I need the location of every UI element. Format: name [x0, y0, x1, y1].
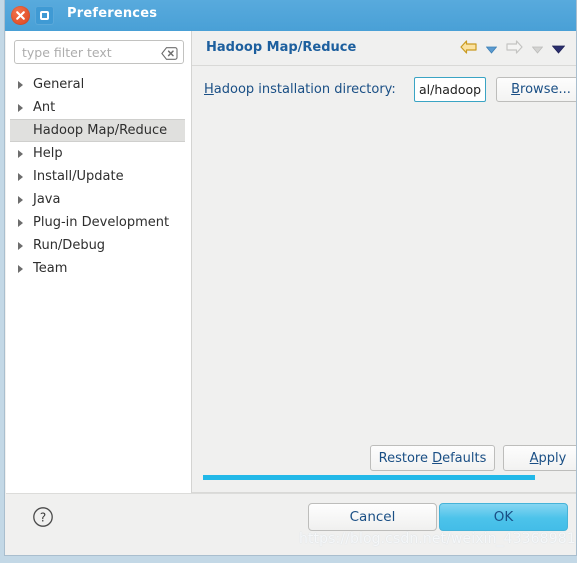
restore-before: Restore — [378, 450, 433, 466]
sidebar-item-team[interactable]: Team — [6, 257, 192, 280]
forward-arrow-icon — [506, 39, 523, 58]
restore-mnemonic: D — [432, 450, 443, 466]
label-mnemonic: H — [204, 82, 214, 97]
forward-dropdown-chevron-down-icon — [531, 39, 544, 58]
browse-rest: rowse... — [520, 82, 571, 97]
hadoop-directory-label: Hadoop installation directory: — [204, 82, 396, 97]
expand-arrow-icon[interactable] — [18, 196, 23, 204]
page-menu-chevron-down-icon[interactable] — [551, 39, 566, 58]
expand-arrow-icon[interactable] — [18, 265, 23, 273]
sidebar-item-help[interactable]: Help — [6, 142, 192, 165]
preferences-dialog: Preferences Gen — [4, 0, 577, 556]
sidebar-item-run-debug[interactable]: Run/Debug — [6, 234, 192, 257]
help-question-icon[interactable]: ? — [32, 506, 54, 528]
expand-arrow-icon[interactable] — [18, 219, 23, 227]
expand-arrow-icon[interactable] — [18, 104, 23, 112]
chevron-down-glyph — [531, 46, 544, 54]
filter-field-wrap — [14, 40, 184, 64]
page-action-bar: Restore Defaults Apply — [192, 445, 576, 493]
sidebar-item-label: Team — [33, 261, 68, 276]
expand-arrow-icon[interactable] — [18, 81, 23, 89]
sidebar-item-label: Run/Debug — [33, 238, 106, 253]
page-nav-icons — [460, 39, 566, 58]
horizontal-scrollbar[interactable] — [192, 473, 576, 483]
close-glyph — [16, 11, 25, 20]
scrollbar-thumb[interactable] — [203, 475, 535, 480]
clear-glyph — [161, 47, 178, 60]
sidebar-item-general[interactable]: General — [6, 73, 192, 96]
sidebar-item-label: Install/Update — [33, 169, 124, 184]
sidebar: General Ant Hadoop Map/Reduce Help — [6, 31, 192, 493]
browse-mnemonic: B — [511, 82, 521, 97]
expand-arrow-icon[interactable] — [18, 150, 23, 158]
ok-button[interactable]: OK — [439, 503, 568, 531]
apply-button[interactable]: Apply — [503, 445, 576, 471]
sidebar-item-label: Hadoop Map/Reduce — [33, 123, 168, 138]
sidebar-item-label: Ant — [33, 100, 56, 115]
page-title: Hadoop Map/Reduce — [206, 40, 357, 55]
restore-after: efaults — [442, 450, 487, 466]
page-header: Hadoop Map/Reduce — [192, 31, 576, 66]
sidebar-item-label: Help — [33, 146, 63, 161]
apply-rest: pply — [538, 450, 567, 466]
apply-mnemonic: A — [529, 450, 539, 466]
titlebar: Preferences — [5, 0, 576, 31]
sidebar-item-ant[interactable]: Ant — [6, 96, 192, 119]
dialog-footer: ? Cancel OK — [6, 493, 576, 551]
sidebar-item-hadoop-map-reduce[interactable]: Hadoop Map/Reduce — [10, 119, 185, 142]
maximize-glyph — [40, 11, 49, 20]
label-rest: adoop installation directory: — [213, 82, 396, 97]
preference-page: Hadoop Map/Reduce Hadoop installation di… — [192, 31, 576, 493]
sidebar-item-label: General — [33, 77, 85, 92]
preferences-tree: General Ant Hadoop Map/Reduce Help Insta… — [6, 73, 192, 280]
chevron-down-glyph — [485, 46, 498, 54]
sidebar-item-java[interactable]: Java — [6, 188, 192, 211]
sidebar-item-plug-in-development[interactable]: Plug-in Development — [6, 211, 192, 234]
screenshot-root: Preferences Gen — [0, 0, 577, 563]
forward-arrow-glyph — [506, 39, 523, 54]
cancel-button[interactable]: Cancel — [308, 503, 437, 531]
window-frame-bottom — [0, 556, 577, 563]
sidebar-item-label: Plug-in Development — [33, 215, 170, 230]
svg-text:?: ? — [40, 511, 46, 525]
help-glyph: ? — [33, 507, 53, 527]
restore-defaults-button[interactable]: Restore Defaults — [370, 445, 495, 471]
filter-input[interactable] — [14, 40, 184, 64]
back-dropdown-chevron-down-icon[interactable] — [485, 39, 498, 58]
back-arrow-icon[interactable] — [460, 39, 477, 58]
maximize-icon[interactable] — [35, 6, 54, 25]
sidebar-item-install-update[interactable]: Install/Update — [6, 165, 192, 188]
sidebar-item-label: Java — [33, 192, 61, 207]
hadoop-directory-row: Hadoop installation directory: Browse... — [192, 75, 576, 107]
expand-arrow-icon[interactable] — [18, 242, 23, 250]
close-icon[interactable] — [11, 6, 30, 25]
expand-arrow-icon[interactable] — [18, 173, 23, 181]
clear-icon[interactable] — [161, 45, 178, 60]
browse-button[interactable]: Browse... — [496, 77, 576, 102]
back-arrow-glyph — [460, 39, 477, 54]
hadoop-directory-input[interactable] — [414, 77, 486, 102]
window-title: Preferences — [67, 6, 158, 21]
chevron-down-glyph — [551, 45, 566, 54]
dialog-body: General Ant Hadoop Map/Reduce Help — [5, 31, 576, 493]
